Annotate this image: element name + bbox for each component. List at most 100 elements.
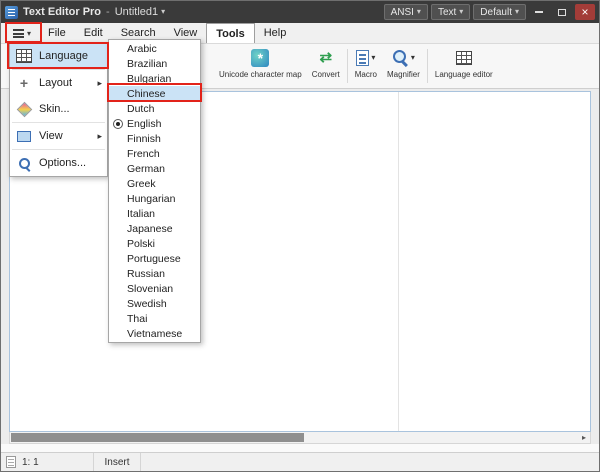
insert-mode-cell[interactable]: Insert: [94, 453, 140, 471]
language-option-chinese[interactable]: Chinese: [109, 86, 200, 101]
tab-edit[interactable]: Edit: [75, 23, 112, 43]
profile-dropdown[interactable]: Default ▾: [473, 4, 526, 20]
radio-icon: [113, 179, 123, 189]
radio-icon: [113, 269, 123, 279]
radio-icon: [113, 104, 123, 114]
layout-icon: +: [15, 76, 33, 90]
language-submenu-panel: Arabic Brazilian Bulgarian Chinese Dutch…: [108, 39, 201, 343]
language-option-hungarian[interactable]: Hungarian: [109, 191, 200, 206]
language-option-arabic[interactable]: Arabic: [109, 41, 200, 56]
minimize-button[interactable]: [529, 4, 549, 20]
encoding-dropdown[interactable]: ANSI ▾: [384, 4, 428, 20]
close-icon: ×: [581, 5, 588, 19]
language-option-swedish[interactable]: Swedish: [109, 296, 200, 311]
radio-icon: [113, 89, 123, 99]
macro-button[interactable]: ▾ Macro: [350, 44, 382, 88]
language-option-brazilian[interactable]: Brazilian: [109, 56, 200, 71]
language-label: Arabic: [127, 43, 157, 55]
language-editor-button[interactable]: Language editor: [430, 44, 498, 88]
scrollbar-thumb[interactable]: [11, 433, 304, 442]
chevron-down-icon: ▾: [515, 8, 519, 16]
language-label: Portuguese: [127, 253, 181, 265]
menu-tab-bar: ▾ File Edit Search View Tools Help: [1, 23, 599, 44]
language-option-finnish[interactable]: Finnish: [109, 131, 200, 146]
magnifier-icon: [392, 49, 409, 66]
language-option-dutch[interactable]: Dutch: [109, 101, 200, 116]
maximize-button[interactable]: [552, 4, 572, 20]
convert-button[interactable]: ⇄ Convert: [307, 44, 345, 88]
chevron-down-icon[interactable]: ▾: [411, 53, 415, 62]
caret-position-cell[interactable]: 1: 1: [1, 453, 93, 471]
language-option-german[interactable]: German: [109, 161, 200, 176]
language-label: Thai: [127, 313, 147, 325]
menu-item-label: Language: [39, 50, 88, 62]
menu-item-layout[interactable]: + Layout ▸: [10, 70, 107, 96]
highlighter-dropdown[interactable]: Text ▾: [431, 4, 470, 20]
menu-item-view[interactable]: View ▸: [10, 123, 107, 149]
right-margin-guide: [398, 92, 399, 431]
submenu-arrow-icon: ▸: [97, 78, 102, 89]
minimize-icon: [535, 11, 543, 13]
document-title: Untitled1: [115, 6, 158, 18]
language-label: Slovenian: [127, 283, 173, 295]
language-option-greek[interactable]: Greek: [109, 176, 200, 191]
language-label: Vietnamese: [127, 328, 182, 340]
radio-icon: [113, 134, 123, 144]
language-option-slovenian[interactable]: Slovenian: [109, 281, 200, 296]
language-label: Polski: [127, 238, 155, 250]
language-option-polski[interactable]: Polski: [109, 236, 200, 251]
document-title-dropdown[interactable]: Untitled1 ▾: [115, 6, 165, 18]
radio-icon: [113, 209, 123, 219]
menu-item-options[interactable]: Options...: [10, 150, 107, 176]
tool-label: Magnifier: [387, 70, 420, 79]
chevron-down-icon: ▾: [161, 8, 165, 16]
main-menu-button[interactable]: ▾: [5, 24, 39, 43]
macro-icon: [356, 50, 369, 66]
statusbar-separator: [140, 453, 141, 471]
hamburger-icon: [13, 28, 24, 40]
language-option-vietnamese[interactable]: Vietnamese: [109, 326, 200, 341]
app-window: Text Editor Pro - Untitled1 ▾ ANSI ▾ Tex…: [0, 0, 600, 472]
language-option-english[interactable]: English: [109, 116, 200, 131]
document-icon: [6, 456, 16, 468]
radio-icon: [113, 59, 123, 69]
magnifier-button[interactable]: ▾ Magnifier: [382, 44, 425, 88]
chevron-down-icon: ▾: [417, 8, 421, 16]
tool-label: Language editor: [435, 70, 493, 79]
scroll-right-arrow[interactable]: ▸: [579, 432, 589, 442]
radio-icon: [113, 239, 123, 249]
language-option-japanese[interactable]: Japanese: [109, 221, 200, 236]
language-option-italian[interactable]: Italian: [109, 206, 200, 221]
convert-icon: ⇄: [319, 50, 332, 65]
menu-item-label: Options...: [39, 157, 86, 169]
menu-item-skin[interactable]: Skin...: [10, 96, 107, 122]
radio-icon: [113, 44, 123, 54]
tool-label: Convert: [312, 70, 340, 79]
titlebar-controls: ANSI ▾ Text ▾ Default ▾ ×: [384, 4, 595, 20]
chevron-down-icon: ▾: [459, 8, 463, 16]
menu-item-label: Skin...: [39, 103, 70, 115]
tab-file[interactable]: File: [39, 23, 75, 43]
unicode-character-map-icon: *: [251, 49, 269, 67]
language-option-french[interactable]: French: [109, 146, 200, 161]
language-option-thai[interactable]: Thai: [109, 311, 200, 326]
language-label: Japanese: [127, 223, 173, 235]
encoding-label: ANSI: [391, 7, 414, 18]
chevron-down-icon[interactable]: ▾: [371, 53, 375, 62]
toolbar-separator: [347, 49, 348, 83]
language-option-portuguese[interactable]: Portuguese: [109, 251, 200, 266]
unicode-character-map-button[interactable]: * Unicode character map: [214, 44, 307, 88]
titlebar: Text Editor Pro - Untitled1 ▾ ANSI ▾ Tex…: [1, 1, 599, 23]
menu-item-language[interactable]: Language: [10, 43, 107, 69]
close-button[interactable]: ×: [575, 4, 595, 20]
view-icon: [15, 131, 33, 142]
language-option-bulgarian[interactable]: Bulgarian: [109, 71, 200, 86]
options-icon: [15, 158, 33, 169]
tab-help[interactable]: Help: [255, 23, 296, 43]
menu-item-label: Layout: [39, 77, 72, 89]
radio-icon: [113, 284, 123, 294]
horizontal-scrollbar[interactable]: ▸: [9, 432, 591, 444]
radio-icon: [113, 164, 123, 174]
language-option-russian[interactable]: Russian: [109, 266, 200, 281]
tab-tools[interactable]: Tools: [206, 23, 255, 43]
